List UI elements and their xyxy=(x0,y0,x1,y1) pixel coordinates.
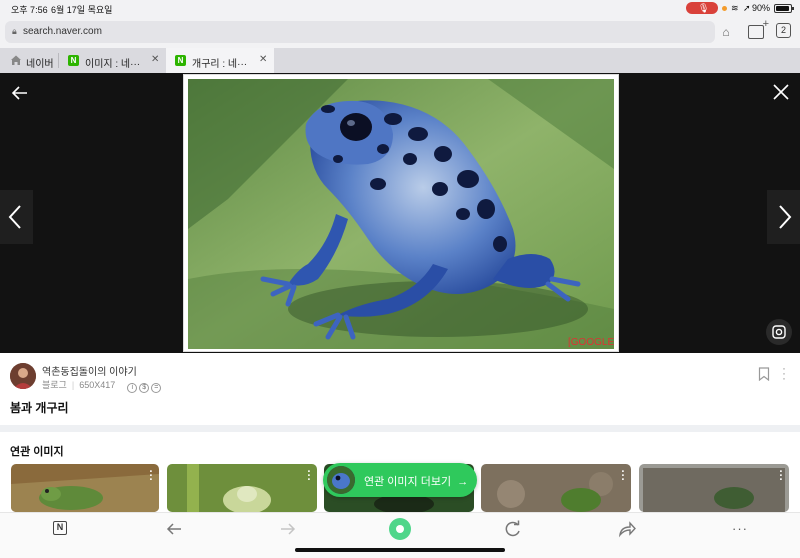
home-indicator xyxy=(295,548,505,552)
address-row: 🔒︎ search.naver.com ⌂ 2 xyxy=(0,17,800,48)
arrow-right-icon: → xyxy=(457,476,469,488)
related-thumbnail[interactable]: · · · xyxy=(11,464,159,512)
close-tab-icon[interactable]: ✕ xyxy=(151,54,159,65)
cc-nc-icon: $ xyxy=(139,383,150,393)
image-info: 역촌동집돌이의 이야기 블로그 | 650X417 i $ = 봄과 개구리 · · · xyxy=(0,353,800,425)
add-to-home-icon[interactable]: ⌂ xyxy=(718,25,734,39)
avatar-image xyxy=(10,363,36,389)
url-text: search.naver.com xyxy=(23,26,102,37)
more-options-icon[interactable]: · · · xyxy=(780,362,788,384)
privacy-dot xyxy=(722,6,727,11)
status-date: 6월 17일 목요일 xyxy=(51,5,113,15)
naver-n-icon: N xyxy=(175,55,186,66)
camera-search-icon xyxy=(772,325,786,339)
blue-frog-image: [GOOGLE] xyxy=(188,79,614,349)
battery-icon xyxy=(774,4,794,13)
related-thumbnail[interactable]: · · · xyxy=(481,464,631,512)
battery-percent: 90% xyxy=(752,3,771,13)
image-viewer: [GOOGLE] xyxy=(0,73,800,353)
tab-label: 네이버 xyxy=(26,59,54,70)
naver-home-button[interactable]: N xyxy=(53,521,67,535)
frog-thumbnail-icon xyxy=(327,466,355,494)
chevron-right-icon xyxy=(779,205,792,229)
more-menu-icon[interactable]: ··· xyxy=(728,519,752,539)
cc-nd-icon: = xyxy=(151,383,162,393)
bookmark-icon[interactable] xyxy=(758,367,770,381)
tab-label: 이미지 : 네··· xyxy=(85,59,141,70)
thumbnail-image xyxy=(639,464,789,512)
watermark-text: [GOOGLE] xyxy=(568,337,614,348)
blog-avatar[interactable] xyxy=(10,363,36,389)
section-divider xyxy=(0,425,800,432)
new-tab-icon[interactable] xyxy=(748,18,769,39)
tab-count-button[interactable]: 2 xyxy=(776,23,791,38)
related-thumbnail[interactable]: · · · xyxy=(639,464,789,512)
image-frame: [GOOGLE] xyxy=(183,74,619,352)
microphone-icon: 🎙 xyxy=(698,3,710,13)
blog-name[interactable]: 역촌동집돌이의 이야기 xyxy=(42,363,137,378)
status-bar: 오후 7:56 6월 17일 목요일 🎙 ≋ ➚ 90% xyxy=(0,0,800,17)
frog-photo[interactable]: [GOOGLE] xyxy=(188,79,614,349)
naver-n-icon: N xyxy=(68,55,79,66)
close-icon[interactable] xyxy=(772,83,790,101)
tab-frog[interactable]: N 개구리 : 네··· ✕ xyxy=(166,48,274,73)
location-icon: ➚ xyxy=(743,3,751,13)
tab-bar: 네이버 N 이미지 : 네··· ✕ N 개구리 : 네··· ✕ xyxy=(0,48,800,73)
related-thumbnail[interactable]: · · · xyxy=(167,464,317,512)
status-time: 오후 7:56 xyxy=(11,5,48,15)
home-icon xyxy=(11,55,21,65)
refresh-icon[interactable] xyxy=(501,519,525,539)
back-icon[interactable] xyxy=(162,519,186,539)
next-image-button[interactable] xyxy=(767,190,800,244)
thumbnail-image xyxy=(167,464,317,512)
forward-icon[interactable] xyxy=(276,519,300,539)
cc-by-icon: i xyxy=(127,383,138,393)
thumbnail-image xyxy=(481,464,631,512)
address-bar[interactable]: 🔒︎ search.naver.com xyxy=(5,21,715,43)
image-meta: 블로그 | 650X417 i $ = xyxy=(42,378,162,393)
tab-label: 개구리 : 네··· xyxy=(192,59,248,70)
image-caption[interactable]: 봄과 개구리 xyxy=(10,399,69,416)
lens-search-button[interactable] xyxy=(766,319,792,345)
more-related-label: 연관 이미지 더보기 xyxy=(364,476,452,488)
source-type: 블로그 xyxy=(42,380,67,390)
tab-naver[interactable]: 네이버 xyxy=(0,48,57,73)
microphone-indicator: 🎙 xyxy=(686,2,718,14)
related-images-title: 연관 이미지 xyxy=(10,446,64,458)
wifi-icon: ≋ xyxy=(731,3,739,13)
share-icon[interactable] xyxy=(615,519,639,539)
green-dot-button[interactable] xyxy=(389,518,411,540)
more-related-images-button[interactable]: 연관 이미지 더보기 → xyxy=(323,463,477,497)
close-tab-icon[interactable]: ✕ xyxy=(259,54,267,65)
back-arrow-icon[interactable] xyxy=(10,83,30,103)
thumbnail-image xyxy=(11,464,159,512)
lock-icon: 🔒︎ xyxy=(12,26,17,36)
chevron-left-icon xyxy=(8,205,21,229)
image-dimensions: 650X417 xyxy=(79,380,116,390)
previous-image-button[interactable] xyxy=(0,190,33,244)
tab-image-search[interactable]: N 이미지 : 네··· ✕ xyxy=(59,48,165,73)
